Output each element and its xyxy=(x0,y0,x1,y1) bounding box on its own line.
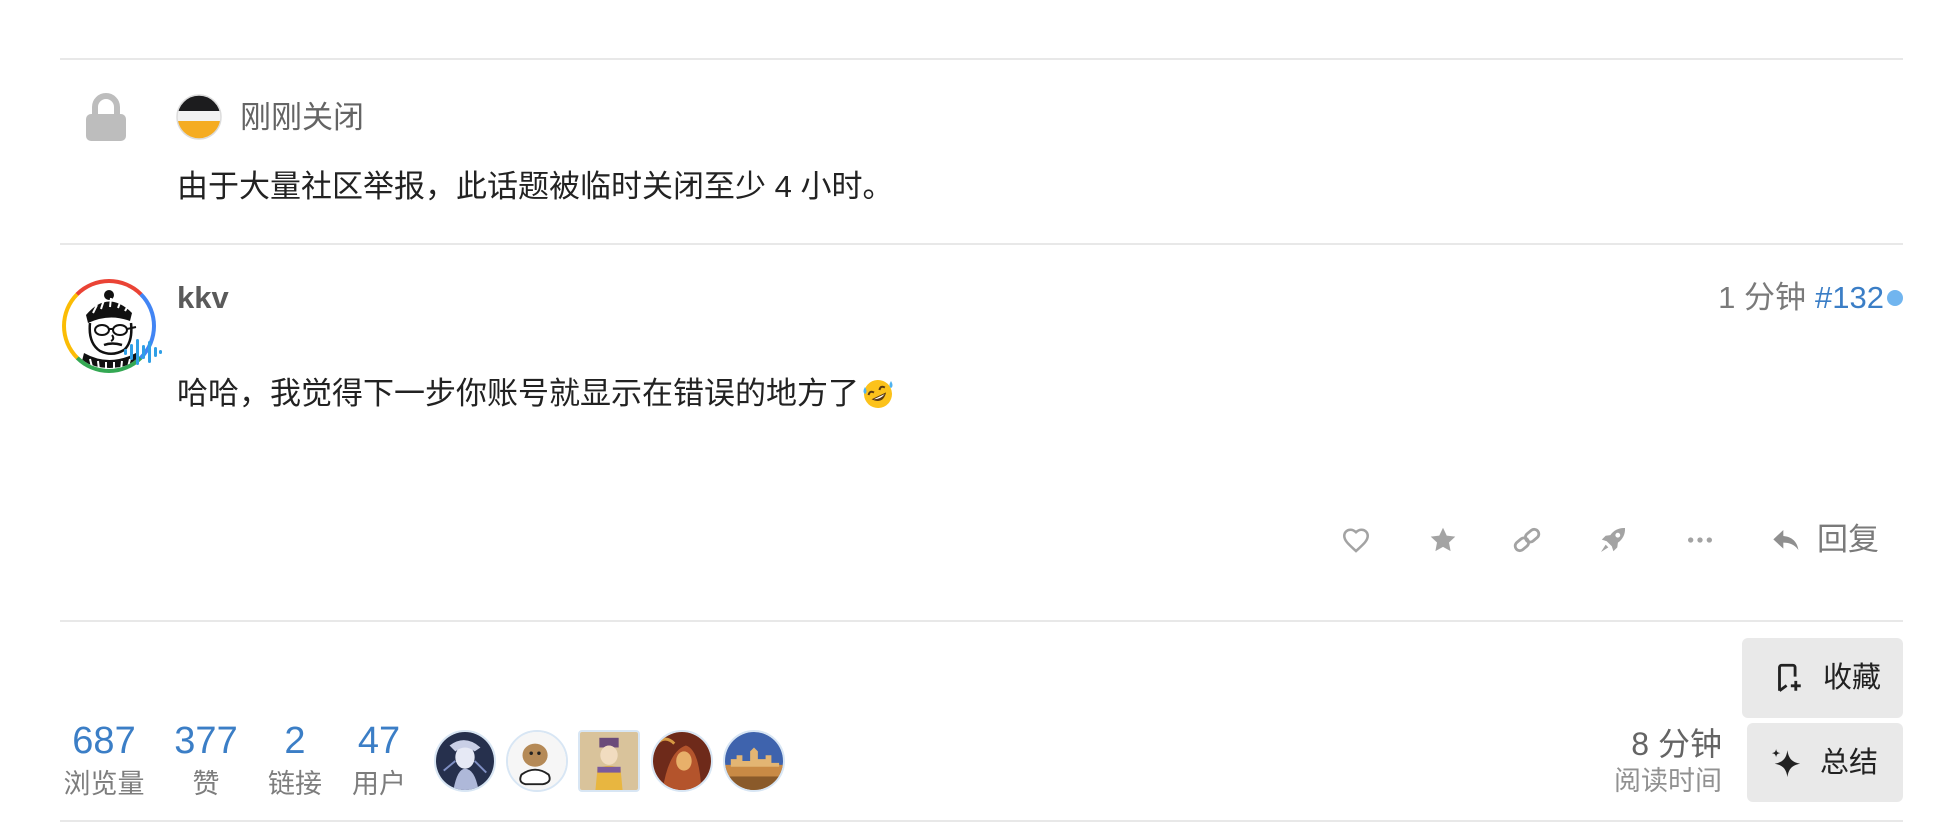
bookmark-plus-icon xyxy=(1778,663,1801,692)
rocket-icon xyxy=(1601,527,1626,552)
read-time-value: 8 分钟 xyxy=(1631,726,1722,762)
participant-avatar[interactable] xyxy=(434,730,496,792)
topic-page: 刚刚关闭 由于大量社区举报，此话题被临时关闭至少 4 小时。 kkv 1 分钟 … xyxy=(0,0,1940,830)
reply-button[interactable] xyxy=(1770,524,1802,556)
divider-top xyxy=(60,58,1903,60)
like-button[interactable] xyxy=(1340,524,1372,556)
post-number-link[interactable]: #132 xyxy=(1815,278,1884,318)
post-body-text: 哈哈，我觉得下一步你账号就显示在错误的地方了 xyxy=(177,376,859,411)
link-icon xyxy=(1513,527,1541,553)
participant-avatar[interactable] xyxy=(651,730,713,792)
closed-status-label: 刚刚关闭 xyxy=(240,100,364,135)
post-meta: 1 分钟 #132 xyxy=(1718,278,1903,318)
divider-post xyxy=(60,243,1903,245)
divider-bottom xyxy=(60,820,1903,822)
participant-avatar[interactable] xyxy=(506,730,568,792)
bookmark-button[interactable]: 收藏 xyxy=(1742,638,1903,718)
more-actions-button[interactable] xyxy=(1684,524,1716,556)
heart-icon xyxy=(1342,528,1370,553)
star-icon xyxy=(1430,527,1456,552)
sparkle-icon xyxy=(1771,748,1801,777)
boost-button[interactable] xyxy=(1597,524,1629,556)
copy-link-button[interactable] xyxy=(1511,524,1543,556)
post-age-link[interactable]: 1 分钟 xyxy=(1718,278,1806,318)
favorite-button[interactable] xyxy=(1427,524,1459,556)
post-username[interactable]: kkv xyxy=(177,278,229,318)
participant-avatar[interactable] xyxy=(578,730,640,792)
stat-users-value: 47 xyxy=(357,720,401,762)
reply-arrow-icon xyxy=(1773,530,1799,550)
summarize-button-label: 总结 xyxy=(1820,746,1879,779)
system-avatar[interactable] xyxy=(176,94,222,140)
bookmark-button-label: 收藏 xyxy=(1823,662,1882,694)
divider-topic-map xyxy=(60,620,1903,622)
unread-dot-icon xyxy=(1887,290,1903,306)
read-time-label: 阅读时间 xyxy=(1614,766,1722,796)
voice-wave-flair-icon xyxy=(123,336,163,368)
post-body: 哈哈，我觉得下一步你账号就显示在错误的地方了 xyxy=(177,374,895,414)
reply-button-label[interactable]: 回复 xyxy=(1817,520,1879,560)
more-dots-icon xyxy=(1688,537,1712,543)
closed-message: 由于大量社区举报，此话题被临时关闭至少 4 小时。 xyxy=(177,169,894,204)
stat-users-label: 用户 xyxy=(352,769,406,799)
participant-avatar[interactable] xyxy=(723,730,785,792)
lock-icon xyxy=(83,92,129,142)
summarize-button[interactable]: 总结 xyxy=(1747,723,1903,802)
rofl-emoji-icon xyxy=(861,377,895,411)
